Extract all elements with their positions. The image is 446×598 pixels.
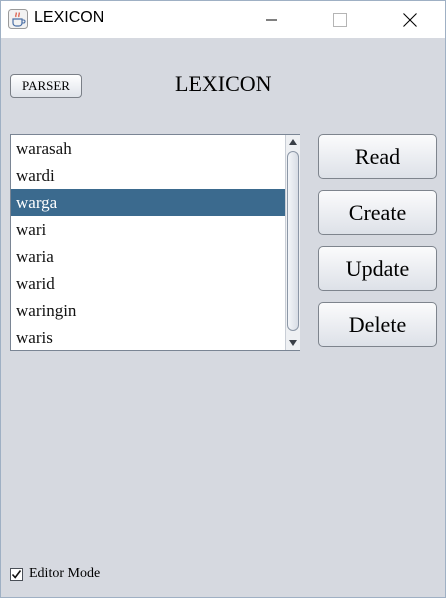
editor-mode-toggle[interactable]: Editor Mode (10, 566, 100, 582)
checkmark-icon (11, 569, 22, 579)
read-button[interactable]: Read (318, 134, 437, 179)
list-item[interactable]: wari (11, 216, 285, 243)
word-list[interactable]: warasah wardi warga wari waria warid waringin w… (11, 135, 285, 350)
list-item[interactable]: waria (11, 243, 285, 270)
close-button[interactable] (387, 1, 433, 38)
parser-button[interactable]: PARSER (10, 74, 82, 98)
editor-mode-label: Editor Mode (29, 566, 101, 581)
list-item[interactable]: waringin (11, 297, 285, 324)
window-title: LEXICON (34, 9, 105, 26)
editor-mode-checkbox[interactable] (10, 567, 23, 581)
page-title: LEXICON (175, 71, 272, 96)
minimize-icon (266, 19, 277, 20)
list-item[interactable]: warid (11, 270, 285, 297)
maximize-button[interactable] (317, 1, 363, 38)
app-window: LEXICON PARSER LEXICON warasah wardi warga… (0, 0, 446, 598)
update-button[interactable]: Update (318, 246, 437, 291)
scroll-up-button[interactable] (286, 135, 300, 149)
list-item[interactable]: warga (11, 189, 285, 216)
delete-button[interactable]: Delete (318, 302, 437, 347)
scroll-thumb[interactable] (287, 151, 299, 331)
list-item[interactable]: waris (11, 324, 285, 350)
maximize-icon (333, 12, 347, 27)
word-list-panel: warasah wardi warga wari waria warid waringin w… (10, 134, 300, 351)
java-cup-icon (8, 9, 28, 29)
scroll-down-button[interactable] (286, 336, 300, 350)
list-item[interactable]: warasah (11, 135, 285, 162)
close-icon (403, 12, 417, 27)
arrow-down-icon (289, 340, 297, 346)
title-bar[interactable]: LEXICON (1, 1, 445, 38)
arrow-up-icon (289, 139, 297, 145)
create-button[interactable]: Create (318, 190, 437, 235)
list-item[interactable]: wardi (11, 162, 285, 189)
minimize-button[interactable] (249, 1, 295, 38)
vertical-scrollbar[interactable] (285, 135, 300, 350)
